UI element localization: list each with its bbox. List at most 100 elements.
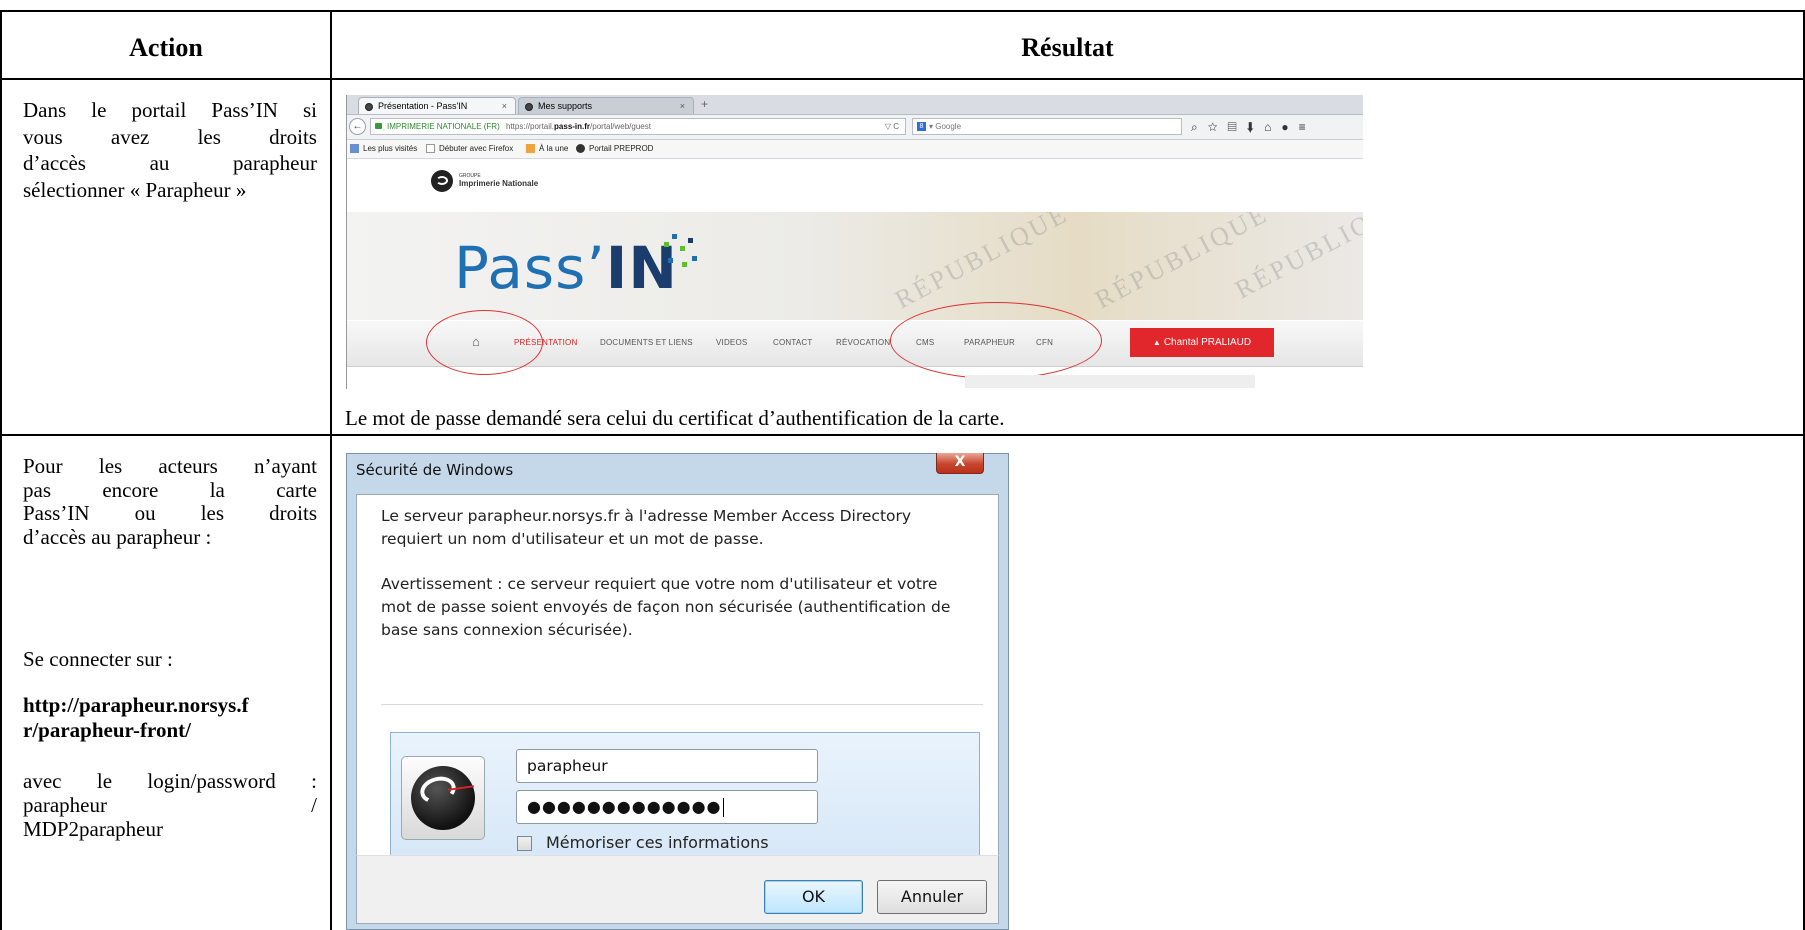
- word: /: [311, 793, 317, 817]
- word: le: [96, 769, 113, 793]
- word: les: [197, 124, 221, 149]
- word: vous: [23, 124, 63, 149]
- dialog-message: Le serveur parapheur.norsys.fr à l'adres…: [381, 505, 981, 551]
- status-band: [965, 375, 1255, 388]
- bookmark-portail-preprod[interactable]: Portail PREPROD: [576, 140, 653, 158]
- table-border-top: [0, 10, 1805, 12]
- logo-pixel: [692, 256, 697, 261]
- portal-hero-banner: RÉPUBLIQUE RÉPUBLIQUE RÉPUBLIQUE Pass’IN: [346, 212, 1363, 320]
- reload-icon[interactable]: ▽ C: [885, 119, 899, 134]
- remember-label: Mémoriser ces informations: [546, 833, 769, 852]
- site-identity: IMPRIMERIE NATIONALE (FR): [387, 122, 500, 131]
- logo-icon: [431, 170, 453, 192]
- menu-revocation[interactable]: RÉVOCATION: [836, 338, 890, 347]
- url-domain: pass-in.fr: [554, 122, 591, 131]
- word: acteurs: [158, 454, 218, 478]
- menu-contact[interactable]: CONTACT: [773, 338, 812, 347]
- username-field[interactable]: parapheur: [516, 749, 818, 783]
- row1-action-line2: vous avez les droits: [23, 124, 317, 151]
- browser-nav-bar: ← IMPRIMERIE NATIONALE (FR) https://port…: [346, 115, 1363, 140]
- bookmark-label: Les plus visités: [363, 144, 418, 153]
- warning-line: base sans connexion sécurisée).: [381, 621, 633, 639]
- portal-screenshot: Présentation - Pass'IN × Mes supports × …: [346, 95, 1363, 389]
- bookmark-most-visited[interactable]: Les plus visités: [350, 140, 417, 158]
- table-header-divider: [0, 78, 1805, 80]
- menu-documents[interactable]: DOCUMENTS ET LIENS: [600, 338, 693, 347]
- credential-tile: parapheur ●●●●●●●●●●●●● Mémoriser ces in…: [390, 732, 980, 867]
- word: encore: [102, 477, 159, 502]
- word: Pour: [23, 454, 63, 478]
- page-icon: [426, 144, 435, 154]
- dialog-close-button[interactable]: X: [936, 453, 984, 474]
- row2-intro-line2: pas encore la carte: [23, 477, 317, 503]
- logo-pixel: [668, 258, 673, 263]
- row2-intro-line4: d’accès au parapheur :: [23, 524, 212, 549]
- tab-label: Mes supports: [538, 101, 593, 111]
- word: :: [311, 769, 317, 793]
- logo-pixel: [662, 276, 667, 281]
- user-button[interactable]: ▲ Chantal PRALIAUD: [1130, 328, 1274, 357]
- header-action: Action: [129, 33, 203, 62]
- password-mask: ●●●●●●●●●●●●●: [527, 797, 722, 816]
- row2-intro-line3: Pass’IN ou les droits: [23, 501, 317, 526]
- table-border-left: [0, 10, 2, 930]
- word: avez: [110, 124, 150, 149]
- bookmark-firefox[interactable]: Débuter avec Firefox: [426, 140, 513, 158]
- url-path: /portal/web/guest: [590, 122, 651, 131]
- dialog-separator: [381, 704, 983, 705]
- bookmark-label: À la une: [539, 144, 569, 153]
- row2-login-line1: avec le login/password :: [23, 769, 317, 793]
- search-engine-icon: 8: [917, 122, 926, 131]
- word: Dans: [23, 98, 67, 122]
- tab-mes-supports[interactable]: Mes supports ×: [518, 97, 694, 114]
- search-bar[interactable]: 8 ▾ Google: [912, 118, 1182, 135]
- word: si: [302, 98, 317, 122]
- globe-icon: [365, 102, 373, 111]
- screenshot-edge: [346, 95, 347, 389]
- globe-icon: [525, 102, 533, 111]
- message-line: requiert un nom d'utilisateur et un mot …: [381, 530, 764, 548]
- ok-button[interactable]: OK: [764, 880, 863, 914]
- bookmark-a-la-une[interactable]: À la une: [526, 140, 568, 158]
- tab-close-icon[interactable]: ×: [502, 98, 507, 114]
- word: login/password: [147, 769, 276, 793]
- dialog-body: Le serveur parapheur.norsys.fr à l'adres…: [356, 494, 999, 867]
- tab-close-icon[interactable]: ×: [680, 98, 685, 114]
- passin-logo: Pass’IN: [454, 234, 678, 302]
- user-icon: ▲: [1152, 338, 1161, 347]
- globe-icon: [576, 144, 585, 154]
- back-button[interactable]: ←: [349, 118, 366, 135]
- logo-pixel: [682, 262, 687, 267]
- row2-action: Pour les acteurs n’ayant pas encore la c…: [23, 454, 317, 549]
- word: droits: [269, 501, 317, 525]
- logo-text: Pass’: [454, 234, 606, 302]
- message-line: Le serveur parapheur.norsys.fr à l'adres…: [381, 507, 912, 525]
- header-result: Résultat: [1021, 33, 1114, 62]
- dialog-title: Sécurité de Windows: [356, 461, 514, 479]
- word: n’ayant: [254, 454, 317, 478]
- row2-login-line3: MDP2parapheur: [23, 817, 163, 841]
- portal-header: GROUPE Imprimerie Nationale: [346, 159, 1363, 211]
- toolbar-icons[interactable]: ⌕☆▤⬇⌂●≡: [1191, 118, 1316, 136]
- word: carte: [276, 477, 317, 502]
- word: le: [91, 98, 107, 122]
- tab-label: Présentation - Pass'IN: [378, 101, 468, 111]
- remember-checkbox[interactable]: [517, 836, 532, 851]
- row2-login-line2: parapheur /: [23, 793, 317, 817]
- row1-action: Dans le portail Pass’IN si vous avez les…: [23, 97, 317, 203]
- warning-line: mot de passe soient envoyés de façon non…: [381, 598, 951, 616]
- bookmarks-bar: Les plus visités Débuter avec Firefox À …: [346, 140, 1363, 159]
- tab-presentation[interactable]: Présentation - Pass'IN ×: [358, 97, 516, 114]
- address-bar[interactable]: IMPRIMERIE NATIONALE (FR) https://portai…: [370, 118, 906, 135]
- word: avec: [23, 769, 62, 793]
- word: ou: [134, 501, 156, 525]
- password-field[interactable]: ●●●●●●●●●●●●●: [516, 790, 818, 824]
- row2-login: avec le login/password : parapheur / MDP…: [23, 769, 317, 841]
- row2-connect-label: Se connecter sur :: [23, 647, 173, 671]
- url-prefix: https://portail.: [506, 122, 555, 131]
- cancel-button[interactable]: Annuler: [877, 880, 987, 914]
- row2-url-line1: http://parapheur.norsys.f: [23, 693, 249, 717]
- menu-videos[interactable]: VIDEOS: [716, 338, 747, 347]
- table-column-divider: [330, 10, 332, 930]
- new-tab-button[interactable]: +: [701, 97, 708, 111]
